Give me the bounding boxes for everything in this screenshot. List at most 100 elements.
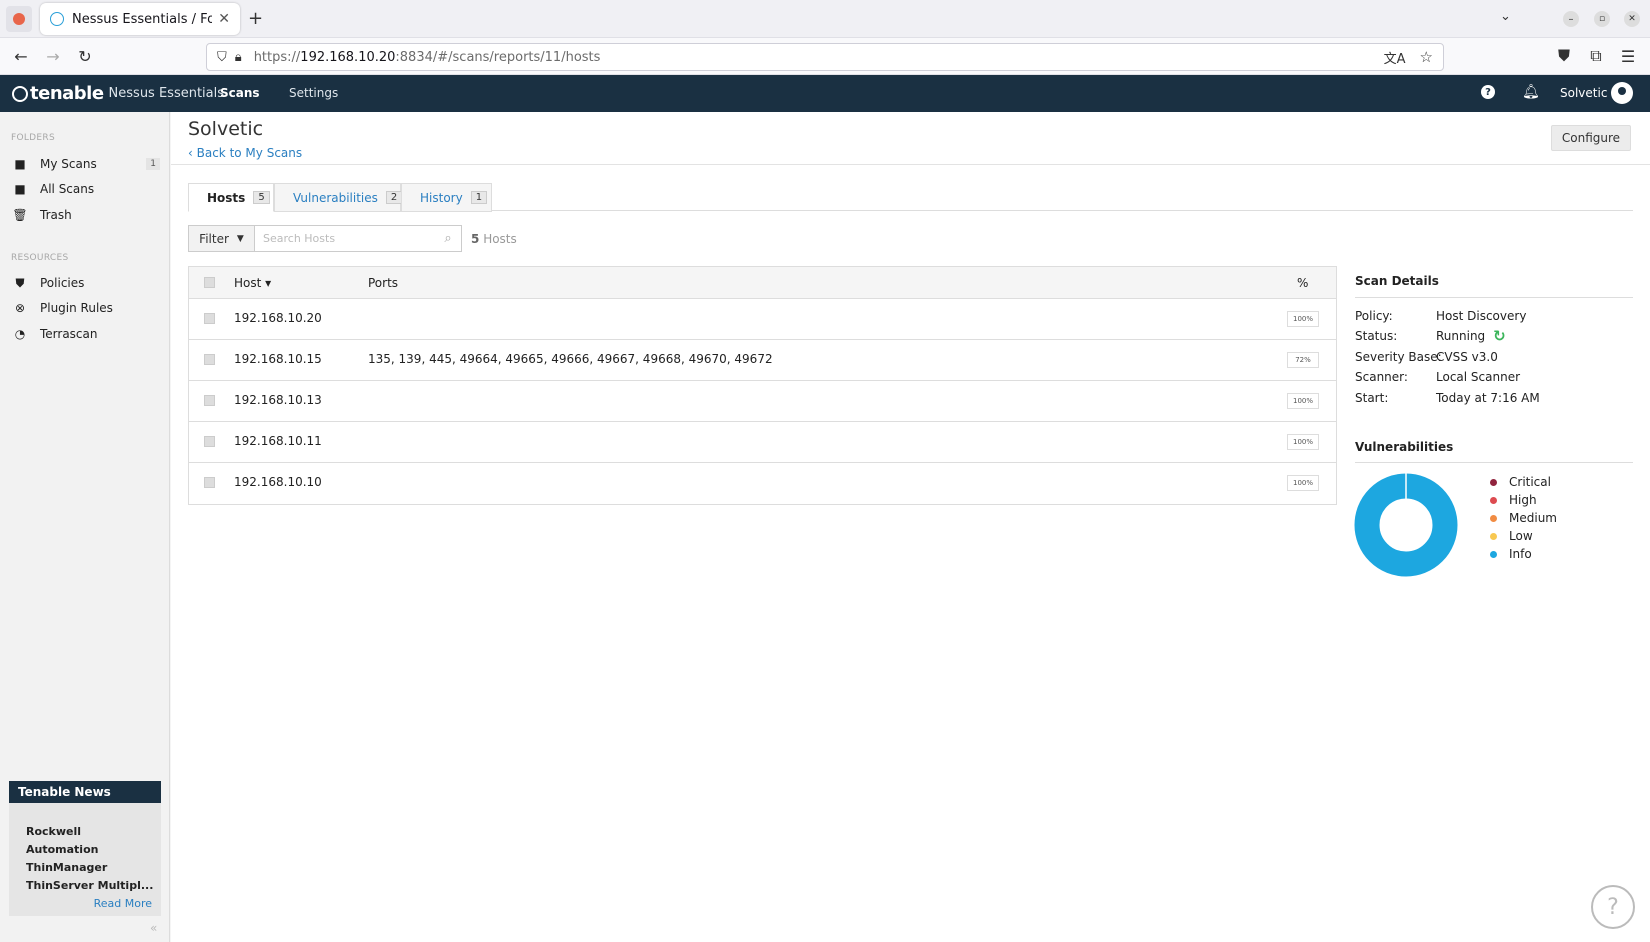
- trash-icon: 🗑︎: [12, 208, 28, 222]
- tab-list-chevron-down-icon[interactable]: ⌄: [1500, 9, 1511, 24]
- table-row[interactable]: 192.168.10.15 135, 139, 445, 49664, 4966…: [189, 340, 1336, 381]
- policy-label: Policy:: [1355, 309, 1393, 323]
- help-bubble-icon[interactable]: ?: [1591, 885, 1635, 929]
- nav-scans[interactable]: Scans: [220, 86, 260, 100]
- translate-icon[interactable]: 文A: [1384, 48, 1406, 67]
- bookmark-star-icon[interactable]: ☆: [1420, 48, 1433, 66]
- restore-button[interactable]: ▫: [1594, 11, 1610, 27]
- tab-hosts[interactable]: Hosts 5: [188, 183, 274, 212]
- tab-count: 1: [470, 191, 488, 204]
- table-row[interactable]: 192.168.10.13 100%: [189, 381, 1336, 422]
- help-icon[interactable]: ?: [1481, 85, 1495, 99]
- row-checkbox[interactable]: [204, 354, 215, 365]
- nav-settings[interactable]: Settings: [289, 86, 338, 100]
- news-headline[interactable]: Rockwell Automation ThinManager ThinServ…: [26, 823, 154, 895]
- column-header-percent[interactable]: %: [1297, 276, 1308, 290]
- sidebar-item-label: My Scans: [40, 157, 97, 171]
- status-text: Running: [1436, 329, 1486, 343]
- tab-vulnerabilities[interactable]: Vulnerabilities 2: [274, 183, 403, 212]
- table-row[interactable]: 192.168.10.10 100%: [189, 463, 1336, 504]
- tenable-news-widget: Tenable News Rockwell Automation ThinMan…: [9, 781, 161, 916]
- back-link-label: Back to My Scans: [196, 146, 303, 160]
- legend-label: Medium: [1509, 511, 1557, 525]
- back-to-my-scans-link[interactable]: ‹ Back to My Scans: [188, 146, 302, 160]
- url-bar[interactable]: ⛉ 🔒︎ https://192.168.10.20:8834/#/scans/…: [206, 43, 1444, 71]
- legend-dot: [1490, 550, 1497, 558]
- tab-count: 5: [253, 191, 270, 204]
- reload-icon[interactable]: ↻: [71, 42, 99, 70]
- scanner-label: Scanner:: [1355, 370, 1408, 384]
- tenable-logo[interactable]: tenable Nessus Essentials: [12, 83, 224, 104]
- legend-dot: [1490, 532, 1497, 540]
- column-header-ports[interactable]: Ports: [368, 276, 398, 290]
- news-title: Tenable News: [9, 781, 161, 803]
- url-host: 192.168.10.20: [300, 49, 396, 65]
- start-label: Start:: [1355, 391, 1389, 405]
- lock-icon[interactable]: 🔒︎: [235, 50, 242, 65]
- status-label: Status:: [1355, 329, 1398, 343]
- user-avatar-icon[interactable]: [1611, 82, 1633, 104]
- row-checkbox[interactable]: [204, 313, 215, 324]
- host-cell: 192.168.10.20: [234, 311, 322, 325]
- user-name[interactable]: Solvetic: [1560, 86, 1607, 100]
- filter-label: Filter: [199, 231, 229, 246]
- minimize-button[interactable]: –: [1563, 11, 1579, 27]
- back-arrow-icon[interactable]: ←: [7, 42, 35, 70]
- hamburger-menu-icon[interactable]: ☰: [1614, 42, 1642, 70]
- tabs-divider: [492, 210, 1633, 211]
- sidebar-item-label: Terrascan: [40, 327, 98, 341]
- search-hosts-input[interactable]: [255, 226, 435, 251]
- extensions-icon[interactable]: ⧉: [1582, 42, 1610, 70]
- column-header-host[interactable]: Host ▾: [234, 276, 271, 290]
- sidebar-item-label: Policies: [40, 276, 85, 290]
- select-all-checkbox[interactable]: [204, 277, 215, 288]
- forward-arrow-icon[interactable]: →: [39, 42, 67, 70]
- search-icon[interactable]: ⌕: [435, 226, 461, 251]
- sidebar-item-terrascan[interactable]: ◔ Terrascan: [12, 323, 160, 345]
- ports-cell: 135, 139, 445, 49664, 49665, 49666, 4966…: [368, 352, 773, 366]
- sidebar-item-my-scans[interactable]: ■ My Scans 1: [12, 153, 160, 175]
- firefox-menu-button[interactable]: [6, 6, 32, 32]
- host-count: 5 Hosts: [471, 232, 517, 246]
- tenable-logo-icon: [12, 85, 28, 102]
- news-read-more-link[interactable]: Read More: [94, 897, 152, 910]
- shield-icon[interactable]: ⛉: [217, 50, 227, 65]
- close-tab-icon[interactable]: ✕: [218, 11, 230, 27]
- new-tab-button[interactable]: +: [248, 8, 263, 29]
- url-path: :8834/#/scans/reports/11/hosts: [395, 49, 601, 65]
- vulnerabilities-donut-chart[interactable]: [1353, 472, 1459, 578]
- table-header-row: Host ▾ Ports %: [189, 267, 1336, 299]
- pocket-icon[interactable]: ⛊: [1550, 42, 1578, 70]
- row-checkbox[interactable]: [204, 477, 215, 488]
- shield-icon: ⛊: [15, 275, 25, 290]
- sidebar-item-policies[interactable]: ⛊ Policies: [12, 272, 160, 294]
- table-row[interactable]: 192.168.10.11 100%: [189, 422, 1336, 463]
- progress-percent-badge: 100%: [1287, 434, 1319, 450]
- page-title: Solvetic: [188, 118, 264, 140]
- tab-title: Nessus Essentials / Folde: [72, 11, 213, 27]
- host-cell: 192.168.10.13: [234, 393, 322, 407]
- tab-label: History: [420, 190, 463, 205]
- table-row[interactable]: 192.168.10.20 100%: [189, 299, 1336, 340]
- filter-button[interactable]: Filter ▼: [189, 226, 255, 251]
- sidebar-item-all-scans[interactable]: ■ All Scans: [12, 178, 160, 200]
- row-checkbox[interactable]: [204, 395, 215, 406]
- scanner-value: Local Scanner: [1436, 370, 1521, 384]
- legend-medium: Medium: [1490, 511, 1557, 525]
- browser-tab[interactable]: Nessus Essentials / Folde ✕: [40, 3, 240, 35]
- terrascan-icon: ◔: [14, 327, 26, 341]
- legend-dot: [1490, 514, 1497, 522]
- brand-name: tenable: [30, 83, 104, 104]
- scan-details-title: Scan Details: [1355, 274, 1439, 288]
- plugin-icon: ⊗: [14, 301, 26, 315]
- collapse-sidebar-icon[interactable]: «: [150, 921, 157, 935]
- bell-icon[interactable]: 🔔︎: [1522, 84, 1540, 100]
- configure-button[interactable]: Configure: [1551, 125, 1631, 151]
- sidebar-item-trash[interactable]: 🗑︎ Trash: [12, 204, 160, 226]
- sidebar-item-plugin-rules[interactable]: ⊗ Plugin Rules: [12, 297, 160, 319]
- host-cell: 192.168.10.15: [234, 352, 322, 366]
- tab-history[interactable]: History 1: [401, 183, 492, 212]
- row-checkbox[interactable]: [204, 436, 215, 447]
- severity-base-label: Severity Base:: [1355, 350, 1442, 364]
- close-window-button[interactable]: ✕: [1624, 11, 1640, 27]
